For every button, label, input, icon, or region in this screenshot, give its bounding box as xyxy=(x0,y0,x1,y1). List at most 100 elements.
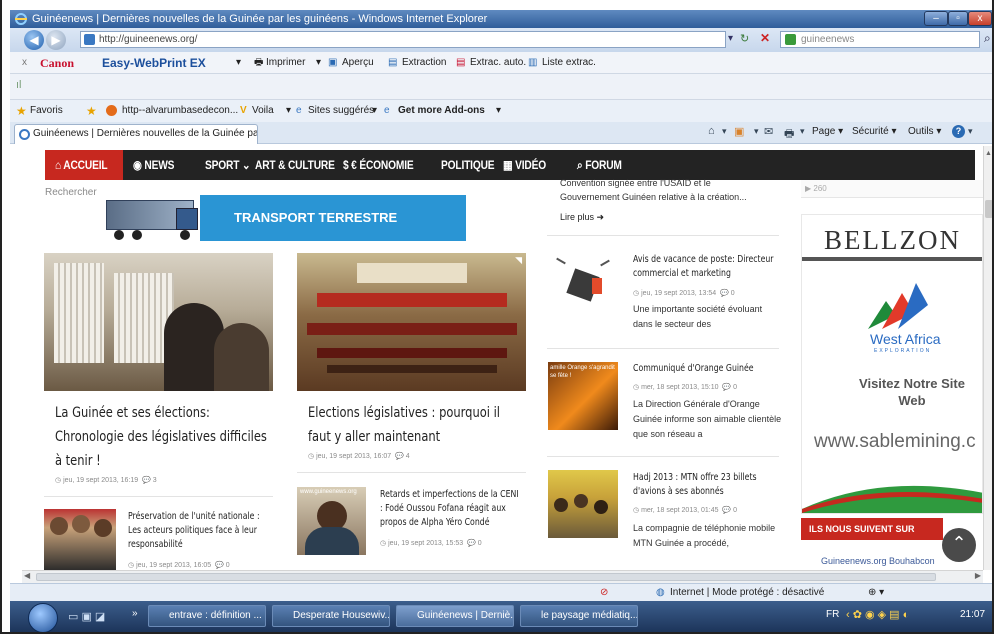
nav-video[interactable]: ▦ VIDÉO xyxy=(503,150,546,180)
taskbar-item-active[interactable]: Guinéenews | Derniè... xyxy=(396,605,514,627)
favorite-link-voila[interactable]: Voila xyxy=(252,100,274,122)
minimize-button[interactable]: – xyxy=(924,11,948,26)
scroll-left-icon[interactable]: ◀ xyxy=(24,571,30,580)
taskbar-item[interactable]: Desperate Housewiv... xyxy=(272,605,390,627)
dropdown-arrow-icon[interactable]: ▾ xyxy=(236,52,241,74)
safety-menu[interactable]: Sécurité ▾ xyxy=(852,126,897,137)
search-input[interactable]: guineenews xyxy=(780,31,980,48)
add-favorite-icon[interactable]: ★ xyxy=(86,100,97,122)
url-input[interactable]: http://guineenews.org/ xyxy=(80,31,726,48)
article-excerpt: La Direction Générale d'Orange Guinée in… xyxy=(633,399,782,439)
article-title[interactable]: La Guinée et ses élections: Chronologie … xyxy=(55,401,268,473)
zoom-control[interactable]: ⊕ ▾ xyxy=(868,584,884,601)
easy-webprint-menu[interactable]: Easy-WebPrint EX xyxy=(102,52,206,74)
dropdown-arrow-icon[interactable]: ▾ xyxy=(372,100,377,122)
protected-mode-icon: ⊘ xyxy=(600,587,609,598)
divider xyxy=(547,348,779,349)
dropdown-arrow-icon[interactable]: ▾ xyxy=(286,100,291,122)
nav-sport[interactable]: SPORT ⌄ xyxy=(205,150,251,180)
vertical-scrollbar[interactable]: ▲ xyxy=(983,146,994,570)
preview-button[interactable]: Aperçu xyxy=(342,52,374,74)
nav-news[interactable]: ◉ NEWS xyxy=(133,150,174,180)
ad-swoosh-icon xyxy=(802,485,982,513)
mail-icon[interactable]: ✉ xyxy=(764,125,773,138)
taskbar-item[interactable]: entrave : définition ... xyxy=(148,605,266,627)
nav-politique[interactable]: POLITIQUE xyxy=(441,150,495,180)
article-photo-parliament[interactable]: ◥ xyxy=(297,253,526,391)
article-photo-elections[interactable] xyxy=(44,253,273,391)
article-title[interactable]: Préservation de l'unité nationale : Les … xyxy=(128,510,274,552)
article-title[interactable]: Communiqué d'Orange Guinée xyxy=(633,362,779,376)
list-icon: ▥ xyxy=(528,57,538,68)
extraction-list-button[interactable]: Liste extrac. xyxy=(542,52,596,74)
get-addons-link[interactable]: Get more Add-ons xyxy=(398,100,485,122)
scroll-up-icon[interactable]: ▲ xyxy=(985,150,993,158)
forward-button[interactable]: ▶ xyxy=(46,30,66,50)
clock[interactable]: 21:07 xyxy=(960,609,985,620)
divider xyxy=(547,235,779,236)
print-icon[interactable]: 🖶 xyxy=(784,125,794,144)
feeds-icon[interactable]: ▣ xyxy=(734,125,744,138)
nav-art-culture[interactable]: ART & CULTURE xyxy=(255,150,335,180)
article-meta: ◷ mer, 18 sept 2013, 15:10 💬 0 xyxy=(633,384,737,391)
quicklaunch-icons[interactable]: ▭ ▣ ◪ xyxy=(68,610,105,623)
auto-extraction-button[interactable]: Extrac. auto. xyxy=(470,52,526,74)
stop-icon[interactable]: ✕ xyxy=(760,31,770,45)
mtn-thumb[interactable] xyxy=(548,470,618,538)
article-title[interactable]: Retards et imperfections de la CENI : Fo… xyxy=(380,488,523,530)
job-offer-thumb[interactable] xyxy=(548,250,618,318)
favorite-link-alvarum[interactable]: http--alvarumbasedecon... xyxy=(122,100,238,122)
transport-banner[interactable]: TRANSPORT TERRESTRE xyxy=(200,195,466,241)
ad-divider xyxy=(802,257,982,261)
print-button[interactable]: Imprimer xyxy=(266,52,305,74)
horizontal-scrollbar[interactable]: ◀ ▶ xyxy=(22,570,983,583)
scroll-thumb[interactable] xyxy=(36,573,936,581)
read-more-link[interactable]: Lire plus ➜ xyxy=(560,212,604,223)
search-icon[interactable]: ⌕ xyxy=(984,31,991,46)
dropdown-arrow-icon[interactable]: ▾ xyxy=(728,33,733,44)
back-button[interactable]: ◀ xyxy=(24,30,44,50)
dropdown-arrow-icon[interactable]: ▾ xyxy=(754,126,759,137)
west-africa-name: West Africa xyxy=(870,331,941,347)
article-thumb-fofana[interactable]: www.guineenews.org xyxy=(297,487,366,555)
divider xyxy=(547,456,779,457)
article-title[interactable]: Elections législatives : pourquoi il fau… xyxy=(308,401,521,449)
dropdown-arrow-icon[interactable]: ▾ xyxy=(496,100,501,122)
truck-image[interactable] xyxy=(106,192,202,240)
refresh-icon[interactable]: ↻ xyxy=(740,32,749,45)
sablemining-ad[interactable]: BELLZON West Africa EXPLORATION Visitez … xyxy=(801,214,983,514)
close-window-button[interactable]: x xyxy=(968,11,992,26)
scroll-top-button[interactable]: ⌃ xyxy=(942,528,976,562)
article-title[interactable]: Hadj 2013 : MTN offre 23 billets d'avion… xyxy=(633,471,779,499)
search-label[interactable]: Rechercher xyxy=(45,187,97,198)
dropdown-arrow-icon[interactable]: ▾ xyxy=(316,52,321,74)
page-menu[interactable]: Page ▾ xyxy=(812,126,843,137)
scroll-right-icon[interactable]: ▶ xyxy=(975,571,981,580)
maximize-button[interactable]: ▫ xyxy=(948,11,968,26)
more-icon[interactable]: » xyxy=(132,608,138,619)
nav-economie[interactable]: $ € ÉCONOMIE xyxy=(343,150,414,180)
dropdown-arrow-icon[interactable]: ▾ xyxy=(800,126,805,137)
language-indicator[interactable]: FR xyxy=(826,609,839,620)
scroll-thumb[interactable] xyxy=(985,200,993,218)
browser-tab[interactable]: Guinéenews | Dernières nouvelles de la G… xyxy=(14,124,258,144)
tray-icons[interactable]: ‹ ✿ ◉ ◈ ▤ ◐ xyxy=(846,608,909,621)
west-africa-sub: EXPLORATION xyxy=(874,348,932,354)
suggested-sites-link[interactable]: Sites suggérés xyxy=(308,100,374,122)
dropdown-arrow-icon[interactable]: ▾ xyxy=(968,126,973,137)
orange-thumb[interactable]: amille Orange s'agrandit se fête ! xyxy=(548,362,618,430)
tools-menu[interactable]: Outils ▾ xyxy=(908,126,941,137)
article-title[interactable]: Avis de vacance de poste: Directeur comm… xyxy=(633,253,779,281)
extraction-button[interactable]: Extraction xyxy=(402,52,446,74)
start-button[interactable] xyxy=(28,603,58,633)
favorites-button[interactable]: Favoris xyxy=(30,100,63,122)
close-toolbar-button[interactable]: x xyxy=(22,52,27,74)
taskbar-item[interactable]: le paysage médiatiq... xyxy=(520,605,638,627)
home-icon[interactable]: ⌂ xyxy=(708,125,715,137)
ad-url[interactable]: www.sablemining.c xyxy=(814,431,976,453)
help-icon[interactable]: ? xyxy=(952,125,965,138)
dropdown-arrow-icon[interactable]: ▾ xyxy=(722,126,727,137)
rss-icon: ◥ xyxy=(515,255,522,265)
nav-accueil[interactable]: ⌂ ACCUEIL xyxy=(55,150,108,180)
article-thumb-politicians[interactable] xyxy=(44,509,116,571)
